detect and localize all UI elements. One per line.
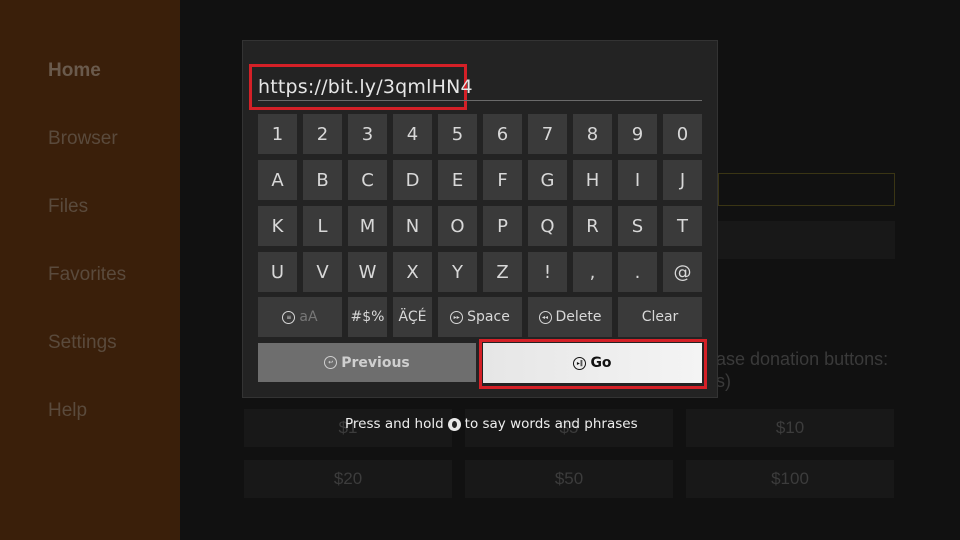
voice-hint-before: Press and hold (345, 416, 444, 432)
key-v[interactable]: V (303, 252, 342, 292)
key-p[interactable]: P (483, 206, 522, 246)
key-i[interactable]: I (618, 160, 657, 200)
background-input-field[interactable] (718, 173, 895, 206)
sidebar-item-home[interactable]: Home (48, 60, 101, 82)
space-key[interactable]: ▸▸ Space (438, 297, 522, 337)
previous-label: Previous (341, 354, 410, 371)
key-k[interactable]: K (258, 206, 297, 246)
donation-button-100[interactable]: $100 (686, 460, 894, 498)
go-button[interactable]: ▸‖ Go (483, 343, 702, 383)
voice-hint-after: to say words and phrases (464, 416, 638, 432)
microphone-icon (447, 417, 461, 431)
donation-button-50[interactable]: $50 (465, 460, 673, 498)
key-g[interactable]: G (528, 160, 567, 200)
key-c[interactable]: C (348, 160, 387, 200)
delete-key[interactable]: ◂◂ Delete (528, 297, 612, 337)
key-9[interactable]: 9 (618, 114, 657, 154)
key-o[interactable]: O (438, 206, 477, 246)
rewind-icon: ◂◂ (538, 310, 552, 324)
delete-label: Delete (555, 309, 602, 325)
play-pause-icon: ▸‖ (573, 356, 587, 370)
sidebar: Home Browser Files Favorites Settings He… (0, 0, 180, 540)
key-period[interactable]: . (618, 252, 657, 292)
sidebar-item-browser[interactable]: Browser (48, 128, 118, 150)
key-j[interactable]: J (663, 160, 702, 200)
key-s[interactable]: S (618, 206, 657, 246)
url-underline (258, 100, 702, 101)
sidebar-item-files[interactable]: Files (48, 196, 88, 218)
space-label: Space (467, 309, 510, 325)
key-n[interactable]: N (393, 206, 432, 246)
go-label: Go (590, 355, 612, 371)
key-x[interactable]: X (393, 252, 432, 292)
key-f[interactable]: F (483, 160, 522, 200)
key-y[interactable]: Y (438, 252, 477, 292)
key-5[interactable]: 5 (438, 114, 477, 154)
key-l[interactable]: L (303, 206, 342, 246)
case-toggle-key[interactable]: ≡ aA (258, 297, 342, 337)
key-u[interactable]: U (258, 252, 297, 292)
key-t[interactable]: T (663, 206, 702, 246)
donation-text-line2: s) (716, 371, 731, 391)
key-a[interactable]: A (258, 160, 297, 200)
donation-text-line1: ase donation buttons: (716, 349, 889, 369)
back-icon: ↩ (324, 356, 338, 369)
key-comma[interactable]: , (573, 252, 612, 292)
sidebar-item-settings[interactable]: Settings (48, 332, 117, 354)
key-m[interactable]: M (348, 206, 387, 246)
key-e[interactable]: E (438, 160, 477, 200)
menu-icon: ≡ (282, 310, 296, 324)
donation-description: ase donation buttons: s) (716, 348, 888, 392)
key-at[interactable]: @ (663, 252, 702, 292)
key-0[interactable]: 0 (663, 114, 702, 154)
key-7[interactable]: 7 (528, 114, 567, 154)
fast-forward-icon: ▸▸ (450, 310, 464, 324)
accents-key[interactable]: ÄÇÉ (393, 297, 432, 337)
donation-button-10[interactable]: $10 (686, 409, 894, 447)
key-d[interactable]: D (393, 160, 432, 200)
background-bar (718, 221, 895, 259)
url-input[interactable]: https://bit.ly/3qmlHN4 (258, 76, 473, 98)
key-4[interactable]: 4 (393, 114, 432, 154)
key-b[interactable]: B (303, 160, 342, 200)
key-q[interactable]: Q (528, 206, 567, 246)
key-z[interactable]: Z (483, 252, 522, 292)
previous-button[interactable]: ↩ Previous (258, 343, 476, 382)
key-w[interactable]: W (348, 252, 387, 292)
key-h[interactable]: H (573, 160, 612, 200)
voice-hint: Press and hold to say words and phrases (345, 416, 638, 432)
clear-key[interactable]: Clear (618, 297, 702, 337)
key-2[interactable]: 2 (303, 114, 342, 154)
key-r[interactable]: R (573, 206, 612, 246)
donation-button-20[interactable]: $20 (244, 460, 452, 498)
key-1[interactable]: 1 (258, 114, 297, 154)
key-8[interactable]: 8 (573, 114, 612, 154)
sidebar-item-favorites[interactable]: Favorites (48, 264, 126, 286)
case-toggle-label: aA (299, 309, 318, 325)
key-exclamation[interactable]: ! (528, 252, 567, 292)
sidebar-item-help[interactable]: Help (48, 400, 87, 422)
key-3[interactable]: 3 (348, 114, 387, 154)
symbols-key[interactable]: #$% (348, 297, 387, 337)
key-6[interactable]: 6 (483, 114, 522, 154)
